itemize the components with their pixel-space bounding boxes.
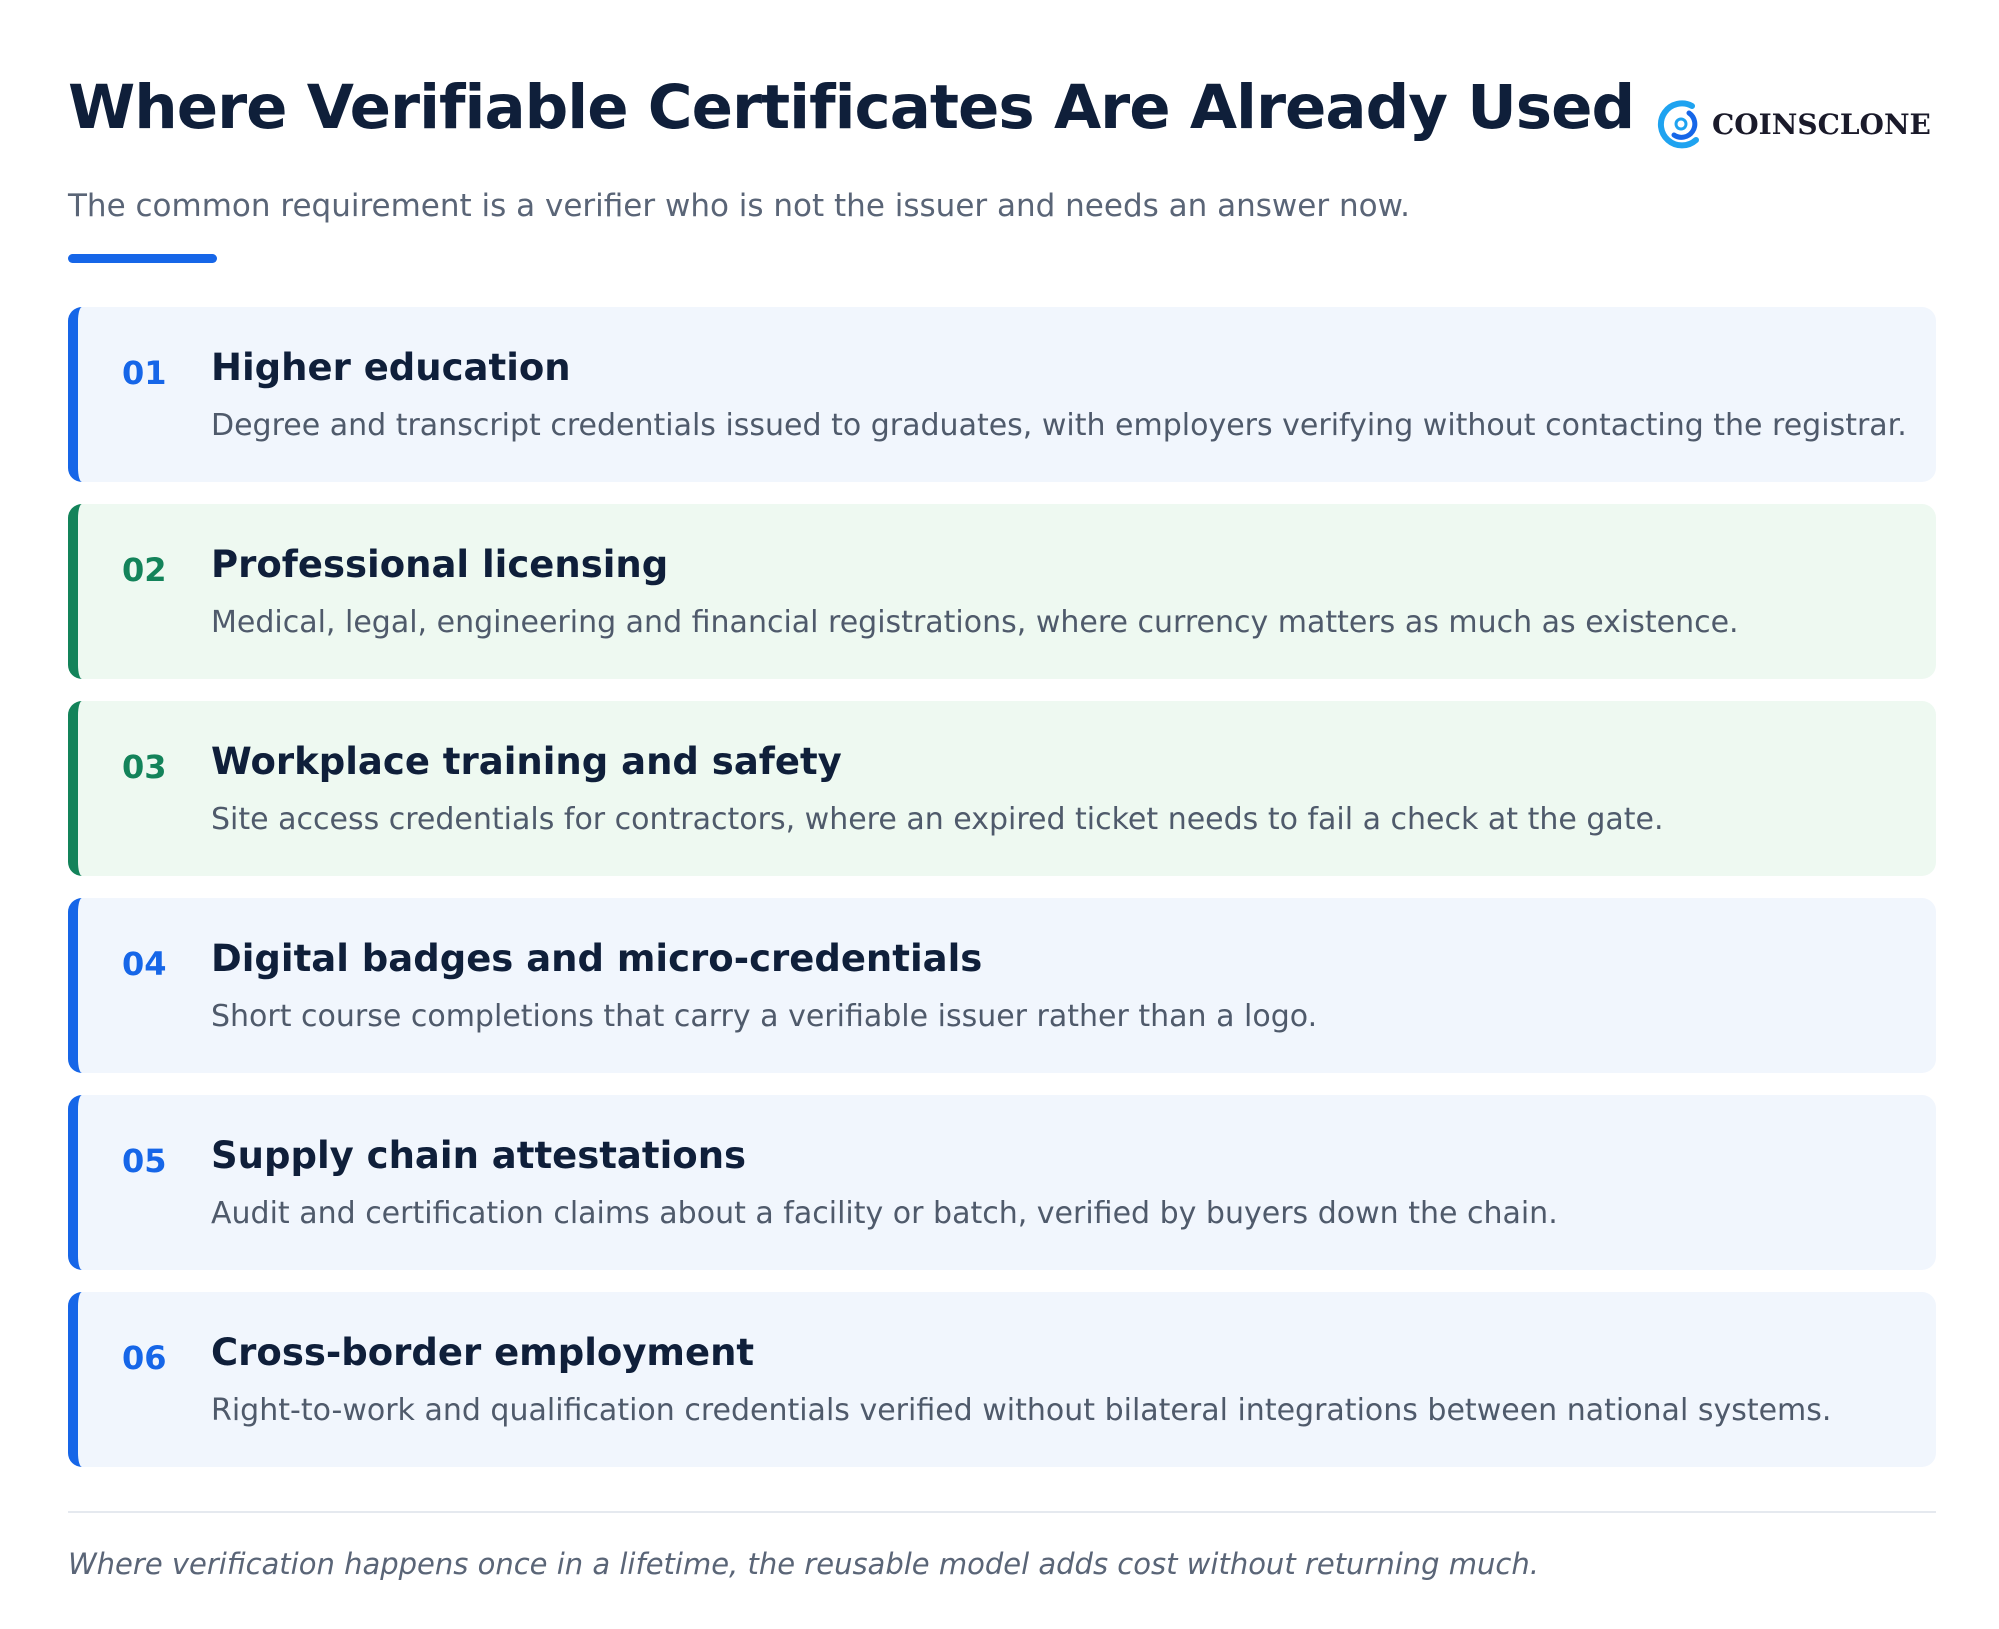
card-number: 01 <box>122 354 167 392</box>
use-case-card-higher-education: 01 Higher education Degree and transcrip… <box>68 307 1936 482</box>
use-case-card-supply-chain: 05 Supply chain attestations Audit and c… <box>68 1095 1936 1270</box>
footer-note: Where verification happens once in a lif… <box>68 1547 1539 1581</box>
logo-text: COINSCLONE <box>1712 107 1931 141</box>
use-case-card-cross-border-employment: 06 Cross-border employment Right-to-work… <box>68 1292 1936 1467</box>
card-number: 03 <box>122 748 167 786</box>
use-case-card-professional-licensing: 02 Professional licensing Medical, legal… <box>68 504 1936 679</box>
card-number: 02 <box>122 551 167 589</box>
card-description: Audit and certification claims about a f… <box>211 1196 1558 1231</box>
card-title: Workplace training and safety <box>211 740 842 783</box>
card-description: Right-to-work and qualification credenti… <box>211 1393 1832 1428</box>
footer-divider <box>68 1511 1936 1513</box>
brand-logo: COINSCLONE <box>1656 96 1931 152</box>
card-number: 05 <box>122 1142 167 1180</box>
title-accent-bar <box>68 254 217 263</box>
card-description: Short course completions that carry a ve… <box>211 999 1318 1034</box>
use-case-card-digital-badges: 04 Digital badges and micro-credentials … <box>68 898 1936 1073</box>
card-number: 04 <box>122 945 167 983</box>
coinsclone-logo-icon <box>1656 97 1706 151</box>
card-title: Higher education <box>211 346 571 389</box>
card-title: Cross-border employment <box>211 1331 755 1374</box>
page-subtitle: The common requirement is a verifier who… <box>68 188 1410 224</box>
card-description: Site access credentials for contractors,… <box>211 802 1664 837</box>
use-case-card-workplace-training: 03 Workplace training and safety Site ac… <box>68 701 1936 876</box>
card-title: Professional licensing <box>211 543 669 586</box>
page-title: Where Verifiable Certificates Are Alread… <box>68 72 1635 143</box>
card-title: Supply chain attestations <box>211 1134 747 1177</box>
card-number: 06 <box>122 1339 167 1377</box>
card-description: Medical, legal, engineering and financia… <box>211 605 1739 640</box>
card-description: Degree and transcript credentials issued… <box>211 408 1907 443</box>
use-case-list: 01 Higher education Degree and transcrip… <box>68 307 1936 1489</box>
card-title: Digital badges and micro-credentials <box>211 937 983 980</box>
